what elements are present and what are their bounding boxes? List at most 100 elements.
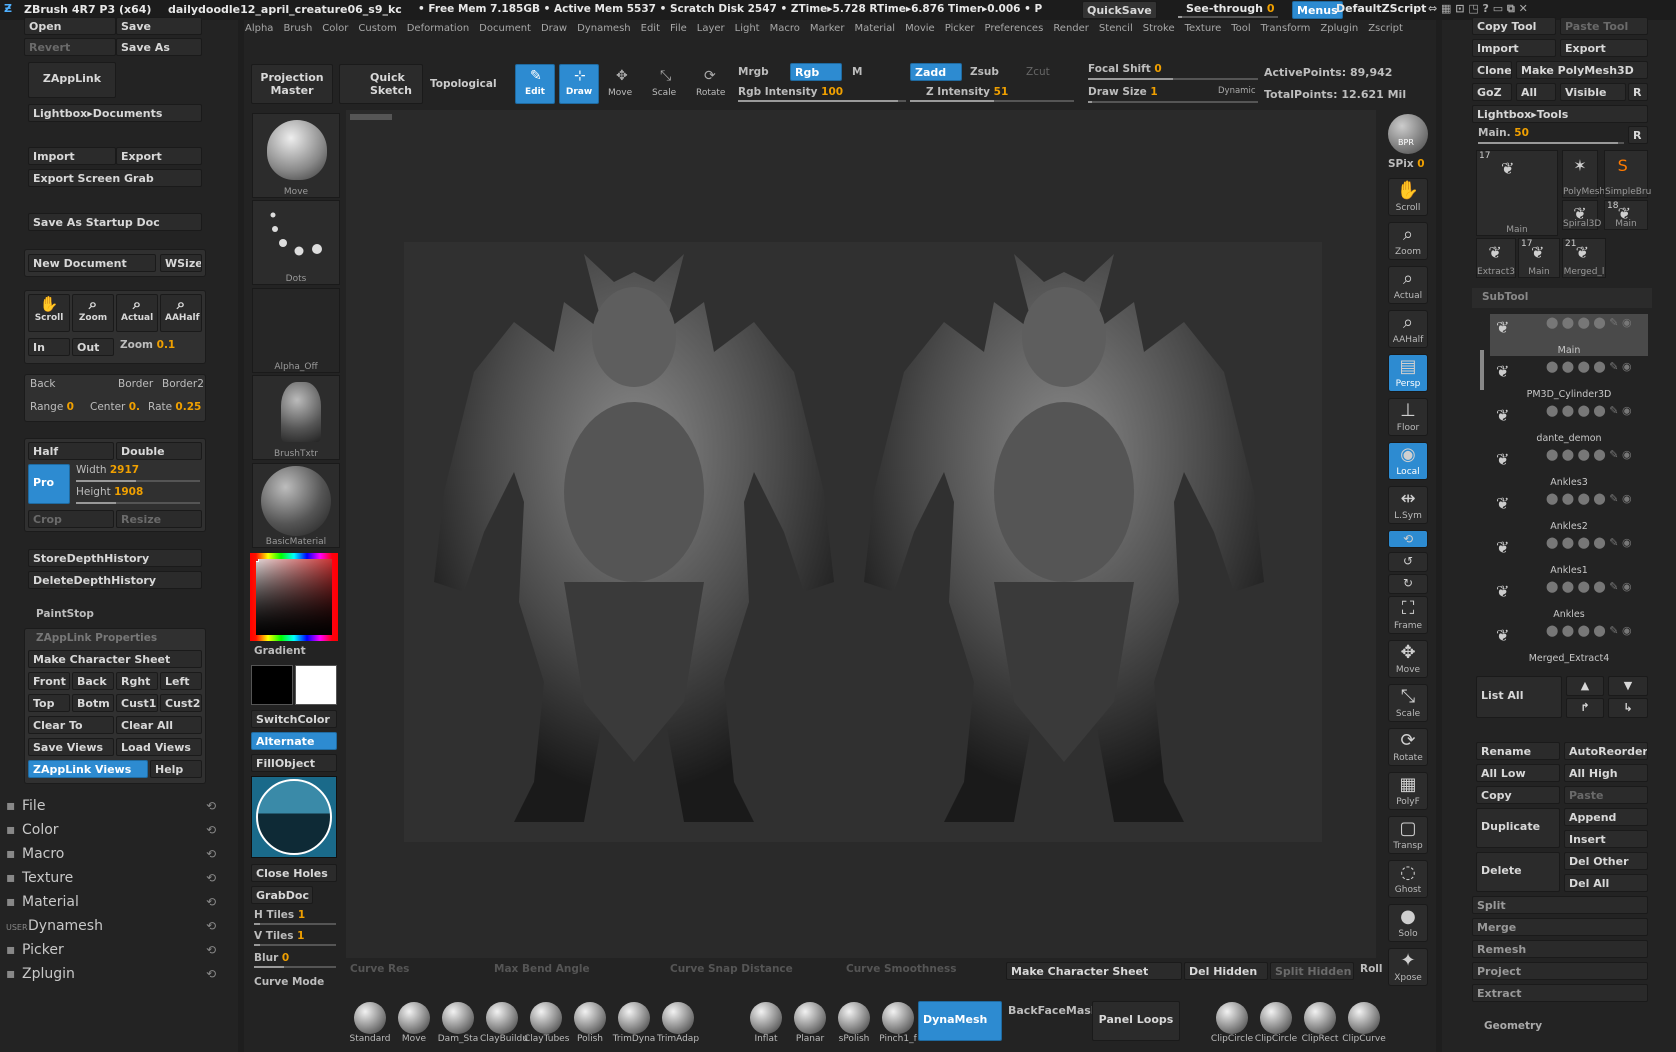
menu-dynamesh[interactable]: Dynamesh <box>577 23 631 34</box>
save-as-startup-doc-button[interactable]: Save As Startup Doc <box>28 213 202 231</box>
tool-export-button[interactable]: Export <box>1560 39 1648 57</box>
front-view-button[interactable]: Front <box>28 672 70 690</box>
subtool-visibility-icon[interactable]: ⬤ ⬤ ⬤ ⬤ ✎ ◉ <box>1546 536 1632 549</box>
color-picker-square[interactable] <box>250 553 338 641</box>
view-tool-xyz[interactable]: ⟲ <box>1388 530 1428 548</box>
center-slider[interactable]: Center 0. <box>90 401 140 413</box>
rgb-intensity-track[interactable] <box>738 100 906 102</box>
material-tile[interactable]: BasicMaterial <box>252 463 340 548</box>
save-views-button[interactable]: Save Views <box>28 738 114 756</box>
move-up-arrow-icon[interactable]: ▲ <box>1566 676 1604 696</box>
panel-loops-button[interactable]: Panel Loops <box>1092 1001 1180 1041</box>
menu-transform[interactable]: Transform <box>1261 23 1311 34</box>
left-menu-material[interactable]: ▪ Material ⟲ <box>6 894 216 910</box>
see-through-label[interactable]: See-through 0 <box>1186 2 1275 15</box>
border-color-label[interactable]: Border <box>118 378 153 390</box>
dynamesh-button[interactable]: DynaMesh <box>918 1001 1002 1041</box>
left-menu-texture[interactable]: ▪ Texture ⟲ <box>6 870 216 886</box>
clear-to-button[interactable]: Clear To <box>28 716 114 734</box>
extract-header[interactable]: Extract <box>1472 984 1648 1002</box>
split-hidden-button[interactable]: Split Hidden <box>1270 962 1354 980</box>
brush-claytubes[interactable]: ClayTubes <box>524 1002 569 1044</box>
reset-icon[interactable]: ⟲ <box>206 799 216 813</box>
left-menu-file[interactable]: ▪ File ⟲ <box>6 798 216 814</box>
view-tool-transp[interactable]: ▢ Transp <box>1388 816 1428 854</box>
tool-thumb-main[interactable]: ❦ 18 Main <box>1604 200 1648 230</box>
gradient-toggle[interactable]: Gradient <box>254 645 306 657</box>
left-menu-zplugin[interactable]: ▪ Zplugin ⟲ <box>6 966 216 982</box>
rotate-mode-button[interactable]: Rotate <box>696 88 725 98</box>
double-button[interactable]: Double <box>116 442 202 460</box>
tool-thumb-simplebru[interactable]: S SimpleBru <box>1604 150 1651 198</box>
subtool-item-ankles[interactable]: ❦ ⬤ ⬤ ⬤ ⬤ ✎ ◉ Ankles <box>1490 578 1648 620</box>
brush-spolish[interactable]: sPolish <box>832 1002 876 1044</box>
help-button[interactable]: Help <box>150 760 202 778</box>
tool-thumb-spiral3d[interactable]: ❦ Spiral3D <box>1562 200 1601 230</box>
menu-macro[interactable]: Macro <box>770 23 800 34</box>
tool-thumb-main[interactable]: ❦ 17 Main <box>1476 150 1558 236</box>
switch-color-button[interactable]: SwitchColor <box>251 710 337 728</box>
alternate-toggle[interactable]: Alternate <box>251 732 337 750</box>
right-view-button[interactable]: Rght <box>116 672 158 690</box>
default-zscript-button[interactable]: DefaultZScript <box>1336 2 1426 15</box>
alpha-tile[interactable]: Alpha_Off <box>252 288 340 373</box>
h-tiles-slider[interactable]: H Tiles 1 <box>254 909 305 921</box>
height-slider-track[interactable] <box>76 502 200 504</box>
zapplink-views-button[interactable]: ZAppLink Views <box>28 760 148 778</box>
list-all-button[interactable]: List All <box>1476 676 1562 718</box>
main-color-swatch[interactable] <box>251 665 293 705</box>
subtool-down-icon[interactable]: ↳ <box>1608 698 1648 718</box>
tool-import-button[interactable]: Import <box>1472 39 1556 57</box>
merge-header[interactable]: Merge <box>1472 918 1648 936</box>
z-intensity-track[interactable] <box>910 100 1074 102</box>
tool-main-track[interactable] <box>1478 142 1624 144</box>
left-divider[interactable] <box>238 20 244 1052</box>
menu-zplugin[interactable]: Zplugin <box>1320 23 1358 34</box>
tool-main-slider[interactable]: Main. 50 <box>1478 127 1529 139</box>
clear-all-button[interactable]: Clear All <box>116 716 202 734</box>
menu-alpha[interactable]: Alpha <box>245 23 273 34</box>
bottom-view-button[interactable]: Botm <box>72 694 114 712</box>
view-tool-scale[interactable]: ⤡ Scale <box>1388 684 1428 722</box>
projection-master-button[interactable]: Projection Master <box>251 64 333 104</box>
reset-icon[interactable]: ⟲ <box>206 919 216 933</box>
aahalf-button[interactable]: ⌕ AAHalf <box>160 294 202 332</box>
make-polymesh3d-button[interactable]: Make PolyMesh3D <box>1516 61 1648 79</box>
del-other-button[interactable]: Del Other <box>1564 852 1648 870</box>
brush-pinch1-f[interactable]: Pinch1_f <box>876 1002 920 1044</box>
menu-preferences[interactable]: Preferences <box>984 23 1043 34</box>
menu-marker[interactable]: Marker <box>810 23 845 34</box>
backface-mask-toggle[interactable]: BackFaceMask <box>1008 1004 1098 1017</box>
all-high-button[interactable]: All High <box>1564 764 1648 782</box>
make-character-sheet-shelf-button[interactable]: Make Character Sheet <box>1006 962 1182 980</box>
width-slider-track[interactable] <box>76 480 200 482</box>
menu-stroke[interactable]: Stroke <box>1143 23 1175 34</box>
all-low-button[interactable]: All Low <box>1476 764 1560 782</box>
menu-render[interactable]: Render <box>1053 23 1089 34</box>
zadd-toggle[interactable]: Zadd <box>910 63 962 81</box>
copy-subtool-button[interactable]: Copy <box>1476 786 1560 804</box>
del-all-button[interactable]: Del All <box>1564 874 1648 892</box>
subtool-item-pm3d-cylinder3d[interactable]: ❦ ⬤ ⬤ ⬤ ⬤ ✎ ◉ PM3D_Cylinder3D <box>1490 358 1648 400</box>
brush-move[interactable]: Move <box>392 1002 436 1044</box>
right-divider[interactable] <box>1436 20 1442 1052</box>
draw-size-slider[interactable]: Draw Size 1 <box>1088 86 1158 98</box>
canvas-scroll-handle[interactable] <box>350 114 392 120</box>
view-tool-polyf[interactable]: ▦ PolyF <box>1388 772 1428 810</box>
menu-zscript[interactable]: Zscript <box>1368 23 1403 34</box>
move-mode-button[interactable]: Move <box>608 88 632 98</box>
left-view-button[interactable]: Left <box>160 672 202 690</box>
store-depth-history-button[interactable]: StoreDepthHistory <box>28 549 202 567</box>
view-tool-scroll[interactable]: ✋ Scroll <box>1388 178 1428 216</box>
menu-edit[interactable]: Edit <box>641 23 660 34</box>
reset-icon[interactable]: ⟲ <box>206 847 216 861</box>
export-button[interactable]: Export <box>116 147 202 165</box>
zcut-toggle[interactable]: Zcut <box>1026 66 1050 78</box>
mrgb-toggle[interactable]: Mrgb <box>738 66 769 78</box>
quicksave-button[interactable]: QuickSave <box>1082 1 1157 19</box>
subtool-item-main[interactable]: ❦ ⬤ ⬤ ⬤ ⬤ ✎ ◉ Main <box>1490 314 1648 356</box>
navigation-sphere[interactable] <box>251 776 337 858</box>
reset-icon[interactable]: ⟲ <box>206 823 216 837</box>
blur-track[interactable] <box>254 966 336 968</box>
subtool-header[interactable]: SubTool <box>1472 288 1652 308</box>
